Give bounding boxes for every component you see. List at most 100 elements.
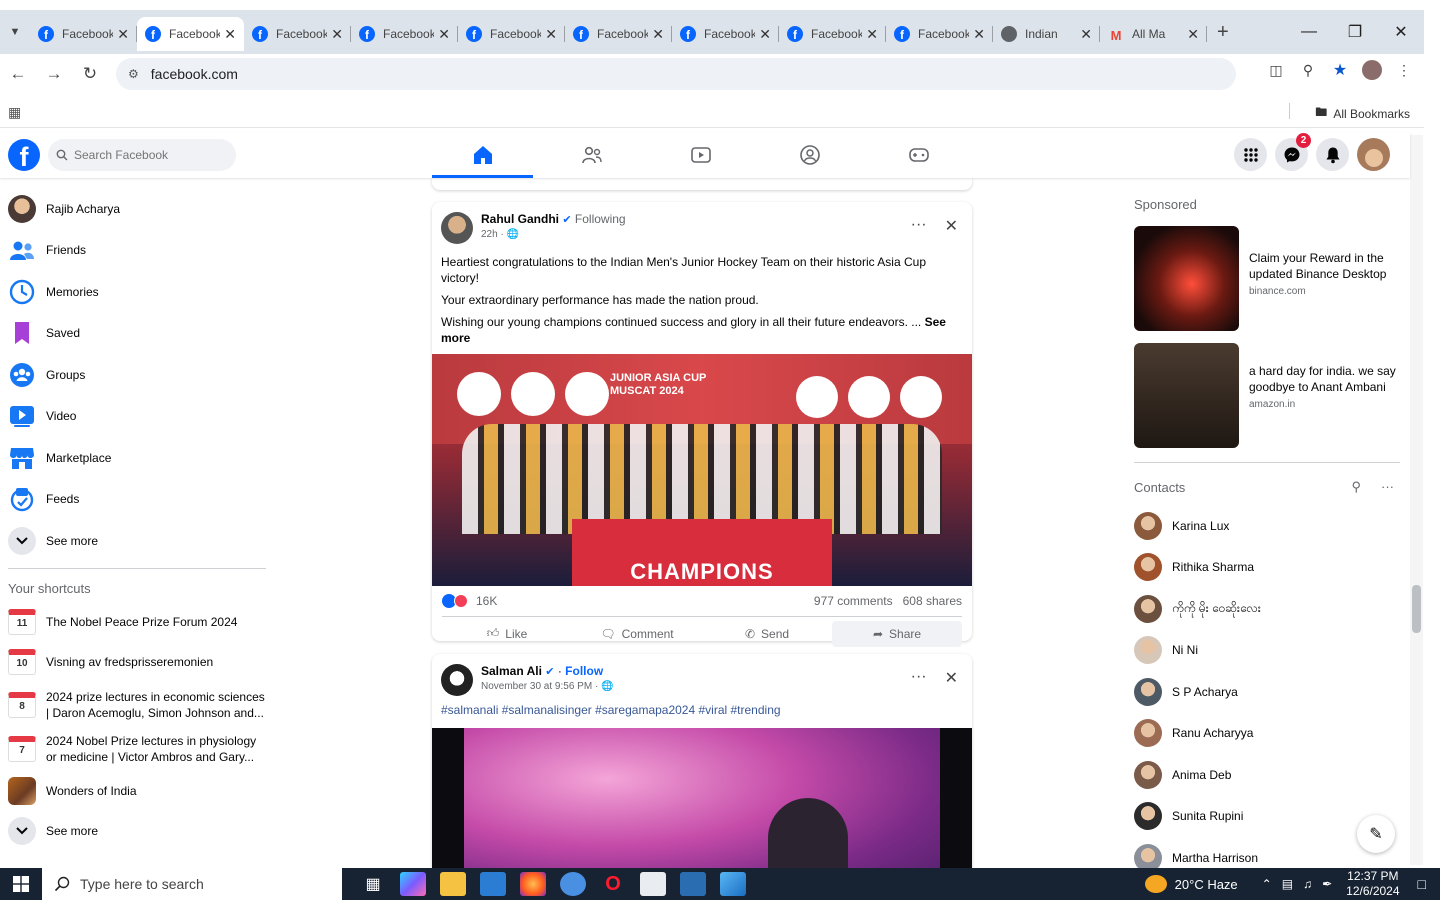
comment-button[interactable]: 🗨︎ Comment [572,621,702,647]
close-window-button[interactable]: ✕ [1378,22,1424,42]
tab-close-icon[interactable]: ✕ [973,26,985,43]
post-hashtags[interactable]: #salmanali #salmanalisinger #saregamapa2… [432,702,972,718]
install-app-icon[interactable]: ◫ [1266,60,1286,80]
tab-close-icon[interactable]: ✕ [438,26,450,43]
microsoft-store-icon[interactable] [480,872,506,896]
facebook-logo[interactable]: f [8,139,40,171]
post-image[interactable]: JUNIOR ASIA CUP MUSCAT 2024 CHAMPIONS [432,354,972,586]
author-avatar[interactable] [441,664,473,696]
all-bookmarks-button[interactable]: 🖿 All Bookmarks [1289,103,1410,124]
post-author[interactable]: Rahul Gandhi [481,212,559,226]
nav-home[interactable] [428,132,537,178]
close-icon[interactable]: ✕ [945,668,958,688]
browser-tab[interactable]: Indian ✕ [993,17,1100,51]
sponsored-ad[interactable]: Claim your Reward in the updated Binance… [1134,226,1400,331]
contact-item[interactable]: ကိုကို မိုး ဝေဆိုးလေး [1134,588,1400,630]
weather-text[interactable]: 20°C Haze [1175,877,1238,892]
reaction-summary[interactable]: 16K [442,594,497,608]
send-button[interactable]: ✆ Send [702,621,832,647]
nav-video[interactable] [646,132,755,178]
pen-icon[interactable]: ✒ [1322,877,1332,891]
new-message-button[interactable]: ✎ [1357,815,1395,853]
account-avatar[interactable] [1357,138,1390,171]
windows-start-icon[interactable] [0,876,42,892]
following-label[interactable]: Following [575,212,626,226]
scrollbar-thumb[interactable] [1412,585,1421,633]
messenger-button[interactable]: 2 [1275,133,1311,171]
address-bar[interactable]: ⚙ facebook.com [116,58,1236,90]
firefox-icon[interactable] [520,872,546,896]
browser-tab[interactable]: M All Ma ✕ [1100,17,1207,51]
sponsored-ad[interactable]: a hard day for india. we say goodbye to … [1134,343,1400,448]
taskbar-search[interactable]: Type here to search [42,868,342,900]
search-icon[interactable]: ⚲ [1351,479,1361,495]
browser-tab[interactable]: f Facebook ✕ [565,17,672,51]
menu-button[interactable] [1234,138,1267,171]
zoom-icon[interactable]: ⚲ [1298,60,1318,80]
more-options-icon[interactable]: ··· [1381,479,1394,495]
minimize-button[interactable]: — [1286,23,1332,41]
shortcut-item[interactable]: 8 2024 prize lectures in economic scienc… [0,683,280,727]
sidebar-see-more[interactable]: See more [0,520,280,562]
share-button[interactable]: ➦ Share [832,620,962,647]
sidebar-item-video[interactable]: Video [0,396,280,438]
app-icon[interactable] [680,872,706,896]
post-author[interactable]: Salman Ali [481,664,542,678]
tab-close-icon[interactable]: ✕ [652,26,664,43]
author-avatar[interactable] [441,212,473,244]
more-options-icon[interactable]: ··· [911,216,927,236]
more-options-icon[interactable]: ··· [911,668,927,688]
tab-close-icon[interactable]: ✕ [545,26,557,43]
app-icon[interactable] [560,872,586,896]
browser-tab[interactable]: f Facebook ✕ [458,17,565,51]
post-time[interactable]: November 30 at 9:56 PM [481,681,592,692]
nav-gaming[interactable] [864,132,973,178]
notifications-button[interactable] [1316,138,1349,171]
sidebar-item-groups[interactable]: Groups [0,354,280,396]
contact-item[interactable]: Ranu Acharyya [1134,713,1400,755]
page-scrollbar[interactable] [1410,135,1423,865]
nav-friends[interactable] [537,132,646,178]
shortcut-item[interactable]: 7 2024 Nobel Prize lectures in physiolog… [0,727,280,771]
shortcut-item[interactable]: 11 The Nobel Peace Prize Forum 2024 [0,603,280,641]
notepad-icon[interactable] [640,872,666,896]
restore-button[interactable]: ❐ [1332,22,1378,42]
browser-tab[interactable]: f Facebook ✕ [886,17,993,51]
task-view-icon[interactable]: ▦ [360,872,386,896]
sidebar-item-profile[interactable]: Rajib Acharya [0,188,280,230]
photos-icon[interactable] [720,872,746,896]
tab-close-icon[interactable]: ✕ [1080,26,1092,43]
volume-icon[interactable]: ♫ [1303,877,1312,891]
tab-close-icon[interactable]: ✕ [759,26,771,43]
tray-chevron-icon[interactable]: ⌃ [1262,877,1272,891]
share-count[interactable]: 608 shares [903,594,962,608]
tab-search-chevron-icon[interactable]: ▼ [0,17,30,47]
reload-button[interactable]: ↻ [72,64,108,84]
browser-tab[interactable]: f Facebook ✕ [351,17,458,51]
comment-count[interactable]: 977 comments [814,594,893,608]
notification-center-icon[interactable]: □ [1418,876,1426,892]
contact-item[interactable]: Rithika Sharma [1134,547,1400,589]
clock[interactable]: 12:37 PM 12/6/2024 [1346,869,1399,899]
shortcuts-see-more[interactable]: See more [0,811,280,853]
shortcut-item[interactable]: 10 Visning av fredsprisseremonien [0,641,280,683]
contact-item[interactable]: Ni Ni [1134,630,1400,672]
forward-button[interactable]: → [36,64,72,84]
network-icon[interactable]: ▤ [1282,877,1293,891]
browser-tab[interactable]: f Facebook ✕ [672,17,779,51]
sidebar-item-saved[interactable]: Saved [0,313,280,355]
back-button[interactable]: ← [0,64,36,84]
opera-icon[interactable]: O [600,872,626,896]
contact-item[interactable]: S P Acharya [1134,671,1400,713]
copilot-icon[interactable] [400,872,426,896]
nav-groups[interactable] [755,132,864,178]
profile-avatar[interactable] [1362,60,1382,80]
post-time[interactable]: 22h [481,229,498,240]
sidebar-item-marketplace[interactable]: Marketplace [0,437,280,479]
tab-close-icon[interactable]: ✕ [117,26,129,43]
facebook-search[interactable] [48,139,236,171]
site-settings-icon[interactable]: ⚙ [128,67,139,81]
like-button[interactable]: 👍︎ Like [442,621,572,647]
chrome-menu-icon[interactable]: ⋮ [1394,60,1414,80]
contact-item[interactable]: Anima Deb [1134,754,1400,796]
